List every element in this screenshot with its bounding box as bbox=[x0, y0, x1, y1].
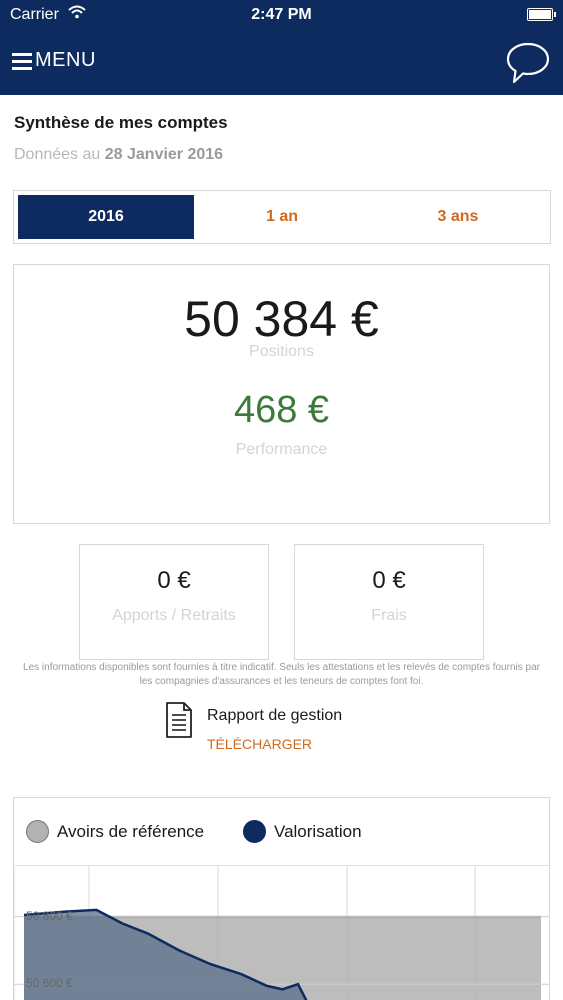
tab-3-ans[interactable]: 3 ans bbox=[370, 195, 546, 239]
chat-icon[interactable] bbox=[505, 40, 551, 86]
performance-value: 468 € bbox=[233, 389, 330, 431]
legend-label-valorisation: Valorisation bbox=[274, 821, 362, 841]
disclaimer: Les informations disponibles sont fourni… bbox=[23, 662, 540, 687]
frais-card: 0 € Frais bbox=[294, 544, 484, 660]
y-tick-label: 50 600 € bbox=[26, 976, 73, 991]
legend-dot-valorisation bbox=[243, 820, 266, 843]
apports-label: Apports / Retraits bbox=[112, 607, 236, 624]
nav-bar: MENU bbox=[0, 30, 563, 95]
menu-button[interactable]: MENU bbox=[12, 49, 96, 72]
apports-retraits-card: 0 € Apports / Retraits bbox=[79, 544, 269, 660]
tab-1-an[interactable]: 1 an bbox=[194, 195, 370, 239]
chart-card: Avoirs de référence Valorisation 50 800 … bbox=[13, 797, 550, 1000]
legend-avoirs-reference[interactable]: Avoirs de référence bbox=[26, 820, 204, 843]
report-title: Rapport de gestion bbox=[207, 707, 343, 724]
status-time: 2:47 PM bbox=[251, 6, 312, 23]
performance-label: Performance bbox=[235, 441, 328, 458]
tab-2016[interactable]: 2016 bbox=[18, 195, 194, 239]
page-title: Synthèse de mes comptes bbox=[14, 113, 228, 132]
battery-icon bbox=[527, 8, 556, 21]
date-prefix: Données au bbox=[14, 146, 101, 163]
period-tabs: 2016 1 an 3 ans bbox=[13, 190, 551, 244]
frais-value: 0 € bbox=[372, 567, 406, 594]
document-icon bbox=[165, 702, 193, 738]
menu-label: MENU bbox=[35, 49, 96, 71]
chart-legend: Avoirs de référence Valorisation bbox=[14, 798, 549, 866]
legend-label-reference: Avoirs de référence bbox=[57, 821, 205, 841]
date-value: 28 Janvier 2016 bbox=[104, 146, 224, 163]
report-download: Rapport de gestion TÉLÉCHARGER bbox=[165, 700, 405, 760]
chart-plot bbox=[14, 866, 549, 1000]
apports-value: 0 € bbox=[157, 567, 191, 594]
legend-dot-reference bbox=[26, 820, 49, 843]
summary-card: 50 384 € Positions 468 € Performance bbox=[13, 264, 550, 524]
y-tick-label: 50 800 € bbox=[26, 908, 73, 923]
positions-value: 50 384 € bbox=[184, 291, 379, 347]
status-bar: Carrier 2:47 PM bbox=[0, 0, 563, 30]
data-date: Données au 28 Janvier 2016 bbox=[14, 146, 223, 164]
download-link[interactable]: TÉLÉCHARGER bbox=[207, 736, 312, 752]
positions-label: Positions bbox=[249, 343, 314, 360]
hamburger-icon bbox=[12, 52, 32, 70]
frais-label: Frais bbox=[371, 607, 407, 624]
legend-valorisation[interactable]: Valorisation bbox=[243, 820, 362, 843]
